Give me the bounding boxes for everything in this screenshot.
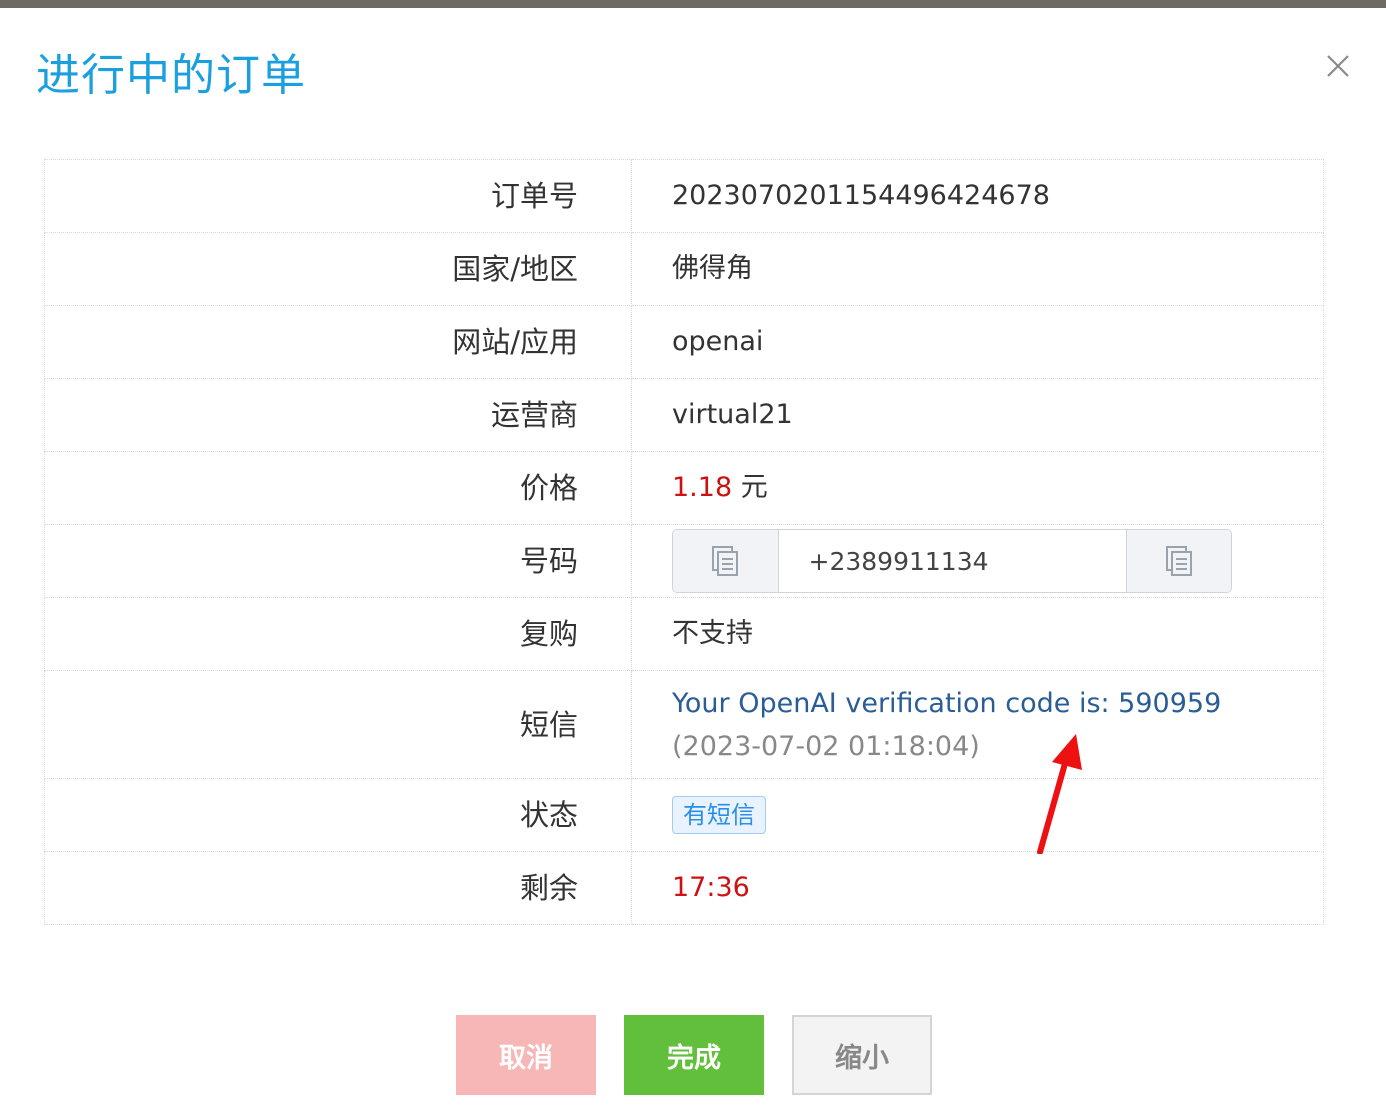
status-label: 状态 bbox=[44, 778, 632, 852]
repurchase-row: 复购 不支持 bbox=[44, 597, 1324, 671]
price-value: 1.18 元 bbox=[631, 451, 1324, 525]
order-no-value: 20230702011544964246​78 bbox=[631, 159, 1324, 233]
status-badge: 有短信 bbox=[672, 796, 766, 834]
remaining-label: 剩余 bbox=[44, 851, 632, 925]
region-label: 国家/地区 bbox=[44, 232, 632, 306]
status-cell: 有短信 bbox=[631, 778, 1324, 852]
status-row: 状态 有短信 bbox=[44, 778, 1324, 852]
minimize-button[interactable]: 缩小 bbox=[792, 1015, 932, 1095]
service-label: 网站/应用 bbox=[44, 305, 632, 379]
remaining-row: 剩余 17:36 bbox=[44, 851, 1324, 925]
copy-icon bbox=[712, 546, 739, 576]
phone-cell bbox=[631, 524, 1324, 598]
sms-timestamp: (2023-07-02 01:18:04) bbox=[672, 730, 980, 762]
operator-row: 运营商 virtual21 bbox=[44, 378, 1324, 452]
countdown-value: 17:36 bbox=[672, 872, 750, 903]
sms-label: 短信 bbox=[44, 670, 632, 779]
operator-label: 运营商 bbox=[44, 378, 632, 452]
order-details-table: 订单号 20230702011544964246​78 国家/地区 佛得角 网站… bbox=[44, 159, 1324, 925]
price-row: 价格 1.18 元 bbox=[44, 451, 1324, 525]
copy-button-right[interactable] bbox=[1125, 530, 1231, 592]
price-amount: 1.18 bbox=[672, 472, 733, 503]
price-unit: 元 bbox=[740, 472, 768, 503]
region-value: 佛得角 bbox=[631, 232, 1324, 306]
repurchase-value: 不支持 bbox=[631, 597, 1324, 671]
close-button[interactable] bbox=[1318, 46, 1358, 86]
sms-message: Your OpenAI verification code is: 590959 bbox=[672, 687, 1222, 719]
region-row: 国家/地区 佛得角 bbox=[44, 232, 1324, 306]
service-row: 网站/应用 openai bbox=[44, 305, 1324, 379]
done-button[interactable]: 完成 bbox=[624, 1015, 764, 1095]
phone-number-input[interactable] bbox=[778, 530, 1126, 592]
price-label: 价格 bbox=[44, 451, 632, 525]
close-icon[interactable] bbox=[1318, 46, 1358, 86]
copy-icon bbox=[1165, 546, 1192, 576]
operator-value: virtual21 bbox=[631, 378, 1324, 452]
cancel-button[interactable]: 取消 bbox=[456, 1015, 596, 1095]
sms-row: 短信 Your OpenAI verification code is: 590… bbox=[44, 670, 1324, 779]
page-backdrop bbox=[0, 0, 1386, 8]
repurchase-label: 复购 bbox=[44, 597, 632, 671]
phone-input-group bbox=[672, 529, 1232, 593]
red-arrow-annotation bbox=[1037, 734, 1082, 854]
copy-button-left[interactable] bbox=[673, 530, 779, 592]
phone-label: 号码 bbox=[44, 524, 632, 598]
remaining-countdown: 17:36 bbox=[631, 851, 1324, 925]
order-no-label: 订单号 bbox=[44, 159, 632, 233]
sms-value: Your OpenAI verification code is: 590959… bbox=[631, 670, 1324, 779]
service-value: openai bbox=[631, 305, 1324, 379]
phone-row: 号码 bbox=[44, 524, 1324, 598]
order-no-row: 订单号 20230702011544964246​78 bbox=[44, 159, 1324, 233]
modal-title: 进行中的订单 bbox=[36, 50, 306, 101]
